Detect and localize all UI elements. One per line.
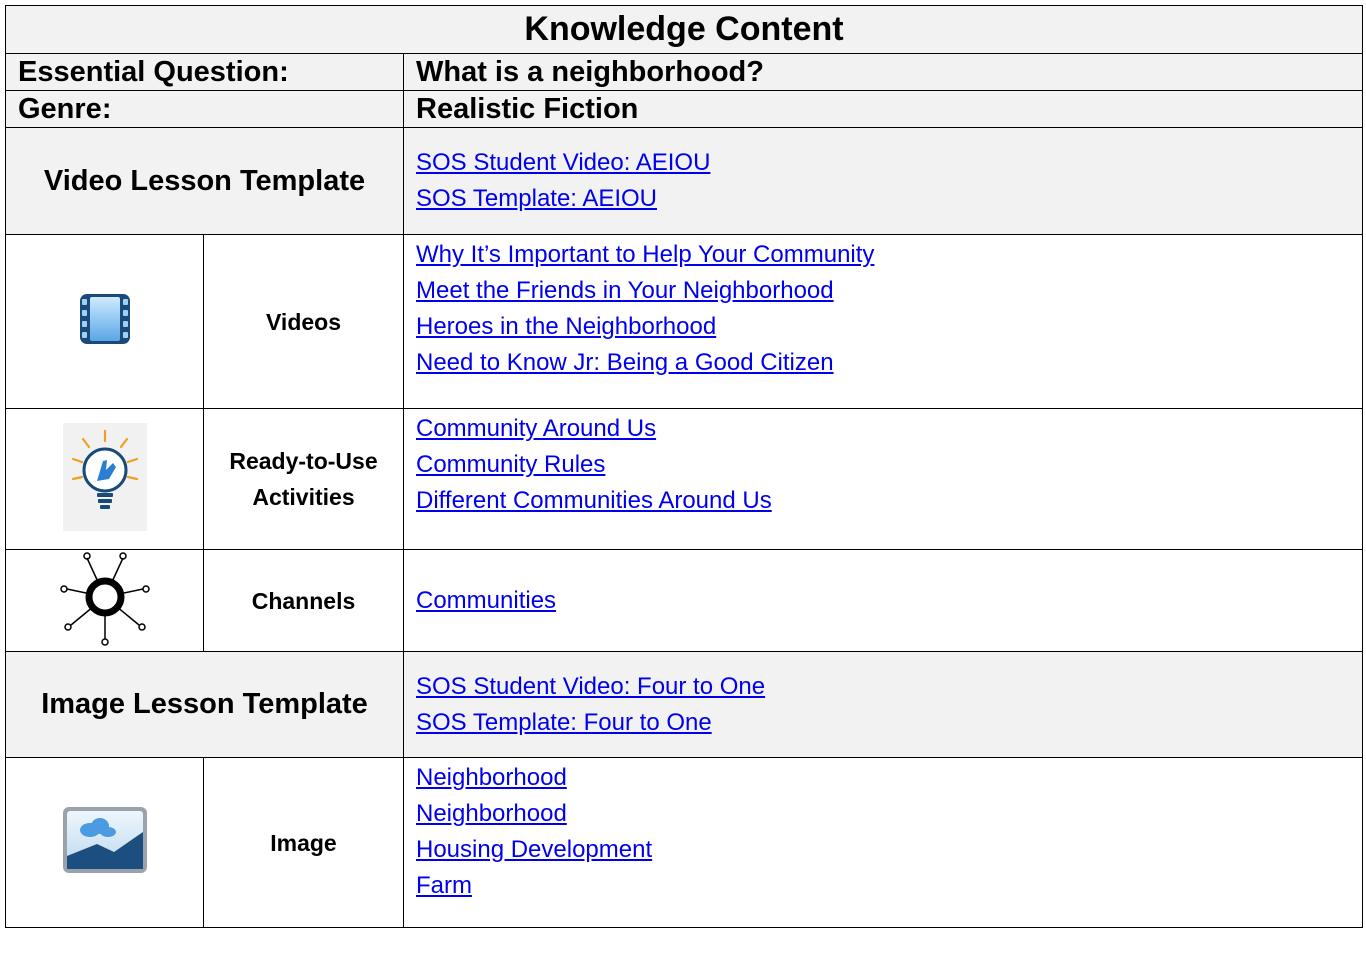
videos-link-heroes[interactable]: Heroes in the Neighborhood xyxy=(416,309,1350,345)
videos-icon-cell xyxy=(5,234,204,409)
image-landscape-icon xyxy=(62,807,147,873)
video-lesson-label: Video Lesson Template xyxy=(5,127,404,235)
image-icon-cell xyxy=(5,757,204,928)
image-link-farm[interactable]: Farm xyxy=(416,868,1350,904)
table-title: Knowledge Content xyxy=(5,5,1363,54)
genre-row: Genre: Realistic Fiction xyxy=(5,90,1363,128)
film-strip-icon xyxy=(79,294,130,344)
activities-icon-cell xyxy=(5,408,204,550)
activities-link-community-around-us[interactable]: Community Around Us xyxy=(416,411,1350,447)
activities-row: Ready-to-Use Activities Community Around… xyxy=(5,408,1363,550)
image-row: Image Neighborhood Neighborhood Housing … xyxy=(5,757,1363,928)
video-lesson-row: Video Lesson Template SOS Student Video:… xyxy=(5,127,1363,235)
image-lesson-links: SOS Student Video: Four to One SOS Templ… xyxy=(403,651,1363,758)
channels-links: Communities xyxy=(403,549,1363,652)
activities-links: Community Around Us Community Rules Diff… xyxy=(403,408,1363,550)
activities-link-community-rules[interactable]: Community Rules xyxy=(416,447,1350,483)
video-lesson-link-template[interactable]: SOS Template: AEIOU xyxy=(416,181,1350,217)
image-link-housing-development[interactable]: Housing Development xyxy=(416,832,1350,868)
video-lesson-link-student-video[interactable]: SOS Student Video: AEIOU xyxy=(416,145,1350,181)
activities-link-different-communities[interactable]: Different Communities Around Us xyxy=(416,483,1350,519)
activities-label-line2: Activities xyxy=(252,484,355,510)
genre-label: Genre: xyxy=(5,90,404,128)
essential-question-row: Essential Question: What is a neighborho… xyxy=(5,53,1363,91)
activities-label-line1: Ready-to-Use xyxy=(229,448,378,474)
essential-question-value: What is a neighborhood? xyxy=(403,53,1363,91)
activities-label: Ready-to-Use Activities xyxy=(203,408,404,550)
videos-links: Why It’s Important to Help Your Communit… xyxy=(403,234,1363,409)
videos-label: Videos xyxy=(203,234,404,409)
channels-link-communities[interactable]: Communities xyxy=(416,583,1350,619)
image-lesson-label: Image Lesson Template xyxy=(5,651,404,758)
image-links: Neighborhood Neighborhood Housing Develo… xyxy=(403,757,1363,928)
video-lesson-links: SOS Student Video: AEIOU SOS Template: A… xyxy=(403,127,1363,235)
image-link-neighborhood-2[interactable]: Neighborhood xyxy=(416,796,1350,832)
title-row: Knowledge Content xyxy=(5,5,1363,54)
channels-icon-cell xyxy=(5,549,204,652)
image-label: Image xyxy=(203,757,404,928)
genre-value: Realistic Fiction xyxy=(403,90,1363,128)
image-lesson-row: Image Lesson Template SOS Student Video:… xyxy=(5,651,1363,758)
videos-link-help-community[interactable]: Why It’s Important to Help Your Communit… xyxy=(416,237,1350,273)
lightbulb-hand-icon xyxy=(62,422,147,531)
knowledge-content-table: Knowledge Content Essential Question: Wh… xyxy=(5,5,1363,928)
hub-network-icon xyxy=(59,552,150,646)
videos-row: Videos Why It’s Important to Help Your C… xyxy=(5,234,1363,409)
videos-link-good-citizen[interactable]: Need to Know Jr: Being a Good Citizen xyxy=(416,345,1350,381)
essential-question-label: Essential Question: xyxy=(5,53,404,91)
channels-label: Channels xyxy=(203,549,404,652)
image-link-neighborhood-1[interactable]: Neighborhood xyxy=(416,760,1350,796)
videos-link-meet-friends[interactable]: Meet the Friends in Your Neighborhood xyxy=(416,273,1350,309)
image-lesson-link-student-video[interactable]: SOS Student Video: Four to One xyxy=(416,669,1350,705)
channels-row: Channels Communities xyxy=(5,549,1363,652)
image-lesson-link-template[interactable]: SOS Template: Four to One xyxy=(416,705,1350,741)
